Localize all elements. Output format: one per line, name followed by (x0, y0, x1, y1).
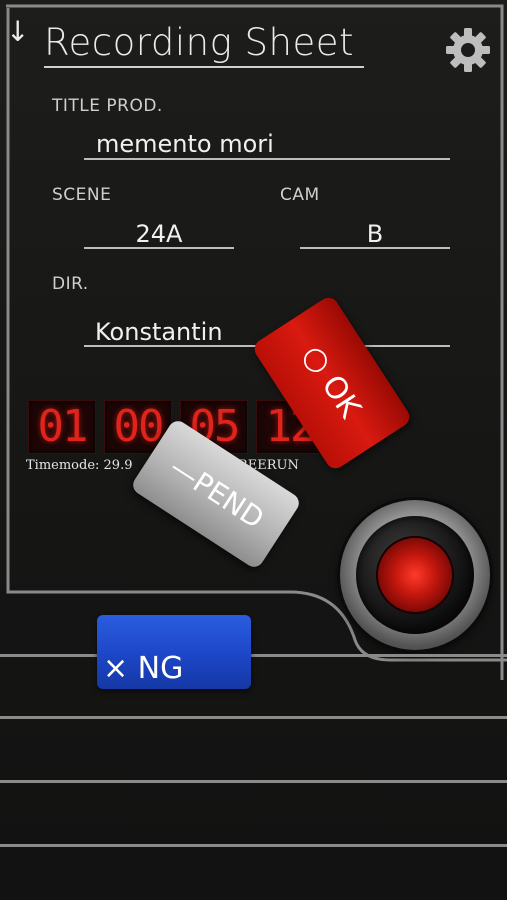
back-arrow-icon[interactable]: ↓ (6, 18, 29, 46)
timemode-text: Timemode: 29.9 (26, 458, 133, 473)
scene-label: SCENE (52, 185, 112, 205)
cam-label: CAM (280, 185, 320, 205)
log-line-2 (0, 716, 507, 719)
timecode-hours-digits: 01 (37, 401, 89, 452)
scene-underline (84, 247, 234, 249)
cam-underline (300, 247, 450, 249)
timecode-hours: 01 (28, 400, 96, 454)
record-button[interactable] (340, 500, 490, 650)
scene-value[interactable]: 24A (84, 220, 234, 248)
log-line-1 (0, 654, 507, 657)
record-button-ring (356, 516, 474, 634)
recording-sheet-screen: ↓ Recording Sheet TITLE PROD. memento mo… (0, 0, 507, 900)
cam-value[interactable]: B (300, 220, 450, 248)
log-line-4 (0, 844, 507, 847)
title-prod-value[interactable]: memento mori (96, 130, 274, 158)
ng-button[interactable]: × NG (97, 615, 251, 689)
gear-icon[interactable] (444, 26, 492, 74)
title-prod-underline (84, 158, 450, 160)
title-prod-label: TITLE PROD. (52, 96, 163, 116)
log-line-3 (0, 780, 507, 783)
title-underline (44, 66, 364, 68)
ng-label: × NG (103, 651, 184, 686)
page-title: Recording Sheet (44, 21, 355, 64)
record-icon (378, 538, 452, 612)
dir-label: DIR. (52, 274, 89, 294)
dir-value[interactable]: Konstantin (95, 318, 223, 346)
